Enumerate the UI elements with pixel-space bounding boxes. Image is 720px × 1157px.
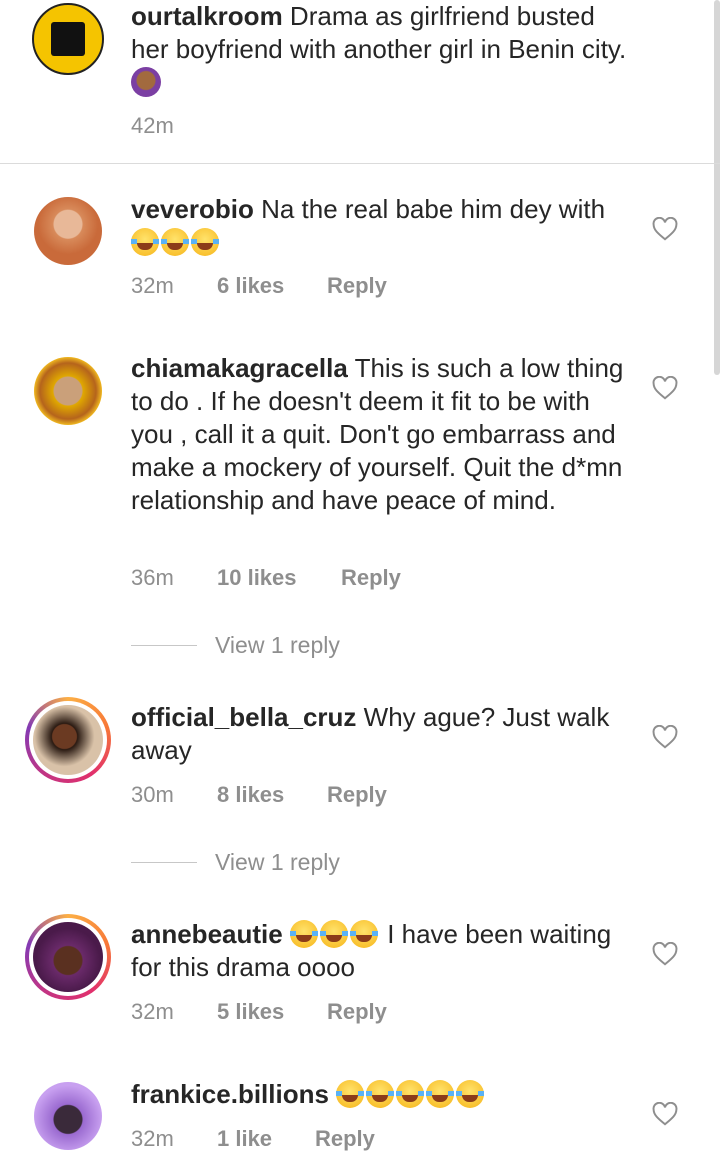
person-facepalming-icon	[131, 67, 161, 97]
comment-meta: 36m 10 likes Reply	[131, 565, 401, 591]
reply-button[interactable]: Reply	[315, 1126, 375, 1152]
laughing-emoji-icon	[319, 920, 348, 948]
reply-button[interactable]: Reply	[327, 999, 387, 1025]
heart-icon[interactable]	[652, 942, 678, 966]
comment-username[interactable]: annebeautie	[131, 919, 283, 949]
view-replies-button[interactable]: View 1 reply	[131, 849, 340, 876]
likes-count[interactable]: 5 likes	[217, 999, 327, 1025]
comment-time: 36m	[131, 565, 174, 590]
comment-time: 32m	[131, 1126, 174, 1151]
heart-icon[interactable]	[652, 217, 678, 241]
caption-username[interactable]: ourtalkroom	[131, 1, 283, 31]
comment-text: frankice.billions	[131, 1078, 631, 1111]
laughing-emoji-icon	[191, 228, 219, 256]
laughing-emoji-icon	[131, 228, 159, 256]
comment-time: 32m	[131, 999, 174, 1024]
laughing-emoji-icon	[426, 1080, 455, 1108]
caption-text: ourtalkroom Drama as girlfriend busted h…	[131, 0, 631, 99]
heart-icon[interactable]	[652, 1102, 678, 1126]
comment-username[interactable]: veverobio	[131, 194, 254, 224]
comment-meta: 30m 8 likes Reply	[131, 782, 387, 808]
comment-username[interactable]: official_bella_cruz	[131, 702, 356, 732]
avatar[interactable]	[25, 697, 111, 783]
laughing-emoji-icon	[161, 228, 189, 256]
ourtalkroom-avatar[interactable]	[32, 3, 104, 75]
reply-button[interactable]: Reply	[341, 565, 401, 591]
view-replies-line	[131, 862, 197, 863]
caption-meta: 42m	[131, 113, 174, 139]
comment-text: veverobio Na the real babe him dey with	[131, 193, 631, 259]
divider	[0, 163, 720, 164]
avatar[interactable]	[34, 1082, 102, 1150]
view-replies-line	[131, 645, 197, 646]
comment-username[interactable]: frankice.billions	[131, 1079, 329, 1109]
view-replies-button[interactable]: View 1 reply	[131, 632, 340, 659]
comment-time: 30m	[131, 782, 174, 807]
comment-username[interactable]: chiamakagracella	[131, 353, 348, 383]
comment-meta: 32m 1 like Reply	[131, 1126, 375, 1152]
laughing-emoji-icon	[289, 920, 318, 948]
laughing-emoji-icon	[349, 920, 378, 948]
comment-meta: 32m 6 likes Reply	[131, 273, 387, 299]
comment-text: annebeautie I have been waiting for this…	[131, 919, 612, 982]
laughing-emoji-icon	[456, 1080, 485, 1108]
heart-icon[interactable]	[652, 376, 678, 400]
likes-count[interactable]: 10 likes	[217, 565, 341, 591]
logo	[51, 22, 85, 56]
comment-text: chiamakagracella This is such a low thin…	[131, 353, 624, 515]
caption-time: 42m	[131, 113, 174, 138]
laughing-emoji-icon	[366, 1080, 395, 1108]
comment-text: official_bella_cruz Why ague? Just walk …	[131, 702, 610, 765]
laughing-emoji-icon	[396, 1080, 425, 1108]
laughing-emoji-icon	[336, 1080, 365, 1108]
heart-icon[interactable]	[652, 725, 678, 749]
avatar[interactable]	[34, 197, 102, 265]
likes-count[interactable]: 6 likes	[217, 273, 327, 299]
scrollbar[interactable]	[714, 0, 720, 375]
reply-button[interactable]: Reply	[327, 273, 387, 299]
likes-count[interactable]: 1 like	[217, 1126, 315, 1152]
likes-count[interactable]: 8 likes	[217, 782, 327, 808]
avatar[interactable]	[25, 914, 111, 1000]
reply-button[interactable]: Reply	[327, 782, 387, 808]
comment-meta: 32m 5 likes Reply	[131, 999, 387, 1025]
avatar[interactable]	[34, 357, 102, 425]
comment-time: 32m	[131, 273, 174, 298]
